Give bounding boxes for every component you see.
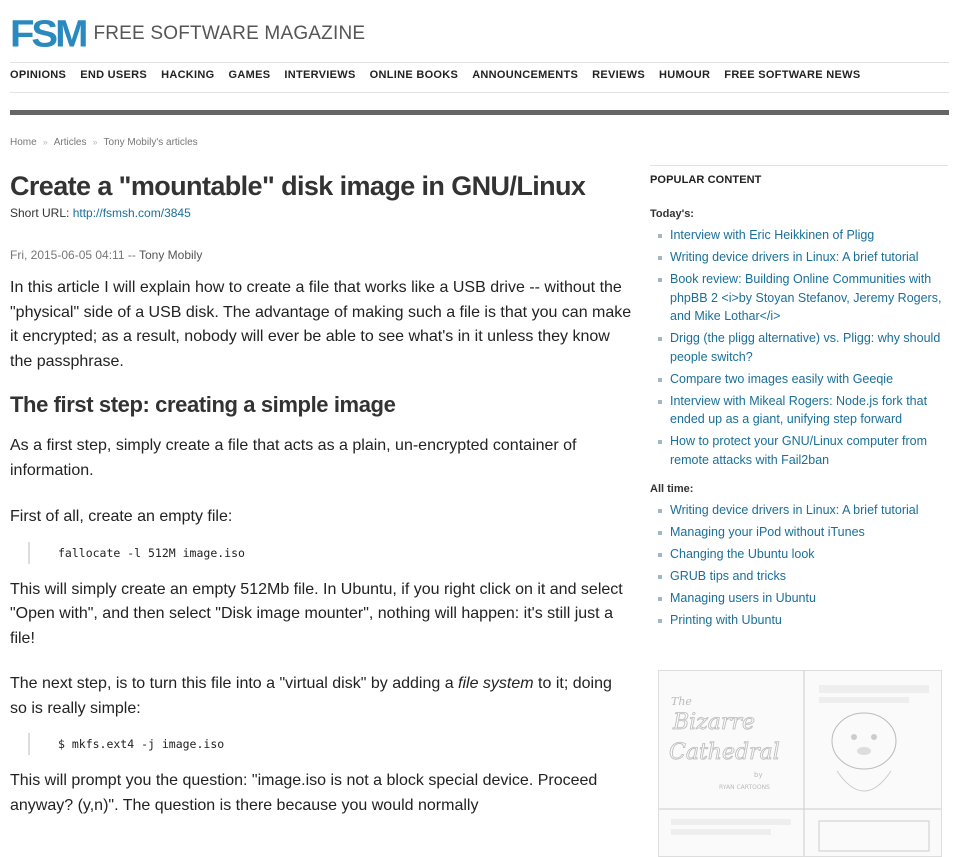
nav-games[interactable]: GAMES xyxy=(229,69,271,81)
article-date: Fri, 2015-06-05 04:11 xyxy=(10,248,125,262)
logo-text: FREE SOFTWARE MAGAZINE xyxy=(93,23,366,44)
breadcrumb: Home » Articles » Tony Mobily's articles xyxy=(10,137,198,148)
popular-link[interactable]: How to protect your GNU/Linux computer f… xyxy=(670,434,927,467)
article: Create a "mountable" disk image in GNU/L… xyxy=(10,168,632,818)
nav-free-software-news[interactable]: FREE SOFTWARE NEWS xyxy=(724,69,860,81)
nav-announcements[interactable]: ANNOUNCEMENTS xyxy=(472,69,578,81)
article-intro: In this article I will explain how to cr… xyxy=(10,279,632,370)
article-paragraph: This will simply create an empty 512Mb f… xyxy=(10,580,623,647)
popular-link[interactable]: Book review: Building Online Communities… xyxy=(670,272,941,323)
list-item: How to protect your GNU/Linux computer f… xyxy=(650,432,948,469)
list-item: Book review: Building Online Communities… xyxy=(650,270,948,326)
comic-strip-image[interactable]: The Bizarre Cathedral by RYAN CARTOONS xyxy=(658,670,942,857)
comic-title-line3: Cathedral xyxy=(669,740,780,765)
popular-link[interactable]: Interview with Eric Heikkinen of Pligg xyxy=(670,228,874,242)
nav-hacking[interactable]: HACKING xyxy=(161,69,214,81)
article-title: Create a "mountable" disk image in GNU/L… xyxy=(10,171,586,201)
list-item: Drigg (the pligg alternative) vs. Pligg:… xyxy=(650,329,948,366)
logo-mark: FSM xyxy=(10,13,88,55)
list-item: Interview with Mikeal Rogers: Node.js fo… xyxy=(650,392,948,429)
paragraph-text: The next step, is to turn this file into… xyxy=(10,675,459,692)
article-paragraph: The next step, is to turn this file into… xyxy=(10,672,632,721)
nav-divider xyxy=(10,92,949,93)
nav-interviews[interactable]: INTERVIEWS xyxy=(284,69,355,81)
list-item: Interview with Eric Heikkinen of Pligg xyxy=(650,226,948,245)
breadcrumb-articles[interactable]: Articles xyxy=(54,137,87,148)
popular-link[interactable]: Printing with Ubuntu xyxy=(670,613,782,627)
article-author[interactable]: Tony Mobily xyxy=(139,248,202,262)
comic-illustration: The Bizarre Cathedral by RYAN CARTOONS xyxy=(659,671,941,856)
sidebar: POPULAR CONTENT Today's: Interview with … xyxy=(650,165,948,633)
list-item: Managing users in Ubuntu xyxy=(650,589,948,608)
main-nav: OPINIONS END USERS HACKING GAMES INTERVI… xyxy=(10,69,874,81)
popular-link[interactable]: Changing the Ubuntu look xyxy=(670,547,815,561)
popular-link[interactable]: Interview with Mikeal Rogers: Node.js fo… xyxy=(670,394,927,427)
list-item: Changing the Ubuntu look xyxy=(650,545,948,564)
list-item: Printing with Ubuntu xyxy=(650,611,948,630)
code-block: fallocate -l 512M image.iso xyxy=(28,541,632,564)
popular-link[interactable]: Drigg (the pligg alternative) vs. Pligg:… xyxy=(670,331,940,364)
nav-reviews[interactable]: REVIEWS xyxy=(592,69,645,81)
header-bar xyxy=(10,110,949,115)
breadcrumb-home[interactable]: Home xyxy=(10,137,37,148)
alltime-label: All time: xyxy=(650,483,694,495)
article-meta: Fri, 2015-06-05 04:11 -- Tony Mobily xyxy=(10,248,632,262)
nav-humour[interactable]: HUMOUR xyxy=(659,69,710,81)
comic-title-line2: Bizarre xyxy=(672,710,755,735)
header-divider xyxy=(10,62,949,63)
article-paragraph: This will prompt you the question: "imag… xyxy=(10,772,598,814)
list-item: Compare two images easily with Geeqie xyxy=(650,370,948,389)
popular-link[interactable]: Compare two images easily with Geeqie xyxy=(670,372,893,386)
list-item: Writing device drivers in Linux: A brief… xyxy=(650,248,948,267)
popular-link[interactable]: GRUB tips and tricks xyxy=(670,569,786,583)
nav-opinions[interactable]: OPINIONS xyxy=(10,69,66,81)
list-item: GRUB tips and tricks xyxy=(650,567,948,586)
emphasis-text: file system xyxy=(458,675,534,692)
nav-end-users[interactable]: END USERS xyxy=(80,69,147,81)
comic-author: RYAN CARTOONS xyxy=(719,784,770,791)
alltime-list: Writing device drivers in Linux: A brief… xyxy=(650,501,948,630)
breadcrumb-separator-icon: » xyxy=(42,137,48,147)
site-logo[interactable]: FSM FREE SOFTWARE MAGAZINE xyxy=(10,14,365,54)
today-list: Interview with Eric Heikkinen of Pligg W… xyxy=(650,226,948,469)
breadcrumb-author-articles[interactable]: Tony Mobily's articles xyxy=(104,137,198,148)
meta-separator: -- xyxy=(127,248,136,262)
nav-online-books[interactable]: ONLINE BOOKS xyxy=(370,69,459,81)
short-url-line: Short URL: http://fsmsh.com/3845 xyxy=(10,206,632,220)
article-paragraph: First of all, create an empty file: xyxy=(10,508,233,525)
popular-link[interactable]: Writing device drivers in Linux: A brief… xyxy=(670,250,919,264)
comic-byline: by xyxy=(754,771,763,779)
short-url-label: Short URL: xyxy=(10,206,70,220)
popular-content-block: POPULAR CONTENT Today's: Interview with … xyxy=(650,165,948,630)
list-item: Managing your iPod without iTunes xyxy=(650,523,948,542)
sidebar-title: POPULAR CONTENT xyxy=(650,174,762,186)
comic-title-line1: The xyxy=(671,695,692,708)
short-url-link[interactable]: http://fsmsh.com/3845 xyxy=(73,206,191,220)
today-label: Today's: xyxy=(650,208,694,220)
list-item: Writing device drivers in Linux: A brief… xyxy=(650,501,948,520)
article-paragraph: As a first step, simply create a file th… xyxy=(10,437,577,479)
popular-link[interactable]: Writing device drivers in Linux: A brief… xyxy=(670,503,919,517)
popular-link[interactable]: Managing users in Ubuntu xyxy=(670,591,816,605)
section-heading: The first step: creating a simple image xyxy=(10,392,396,417)
popular-link[interactable]: Managing your iPod without iTunes xyxy=(670,525,865,539)
breadcrumb-separator-icon: » xyxy=(92,137,98,147)
code-block: $ mkfs.ext4 -j image.iso xyxy=(28,733,632,755)
